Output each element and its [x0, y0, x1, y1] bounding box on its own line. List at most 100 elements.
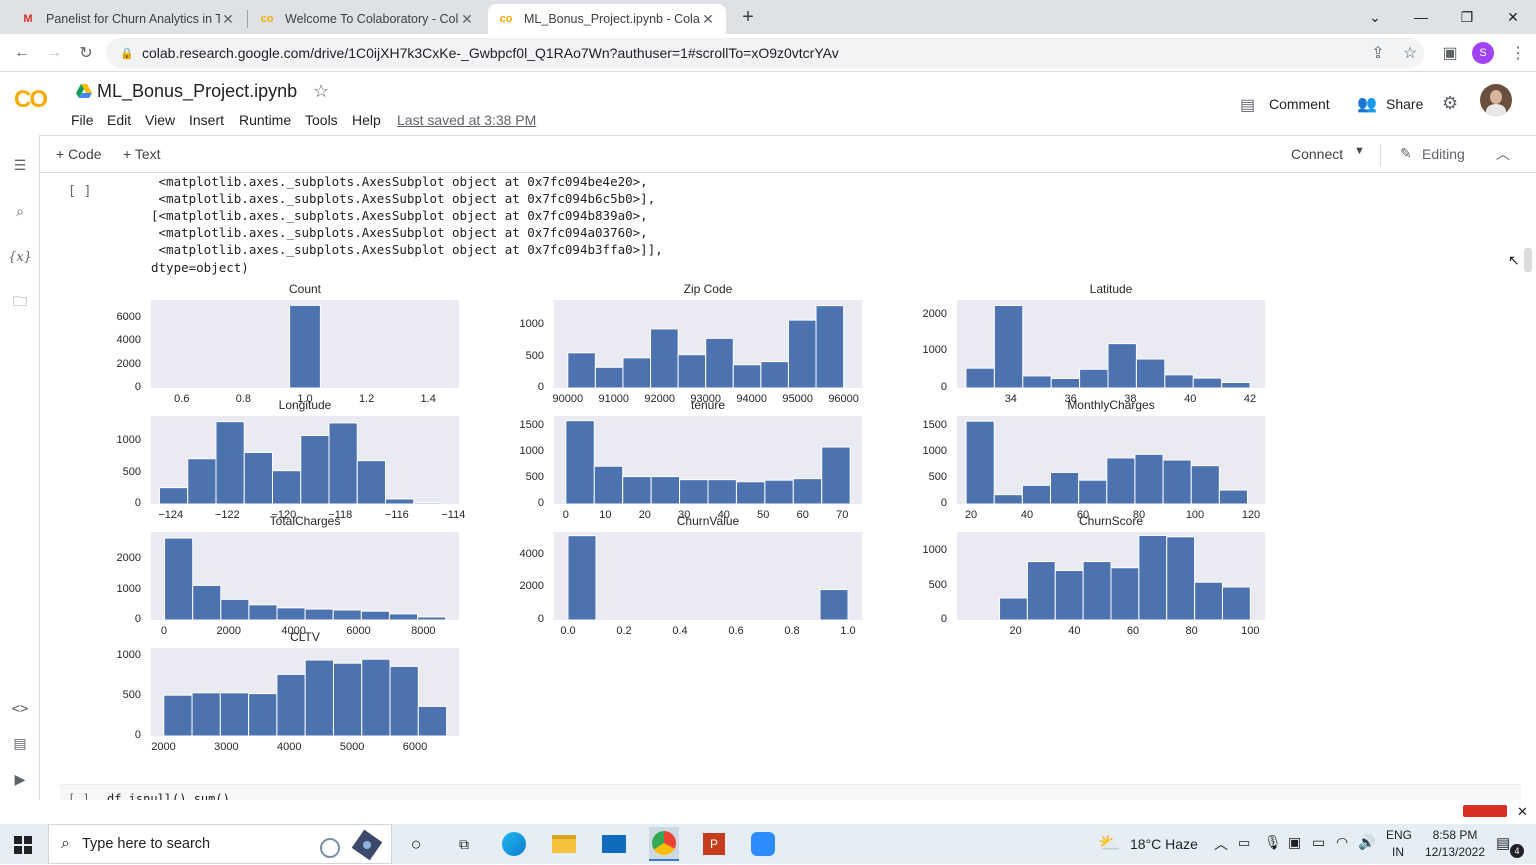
terminal-icon[interactable]: ▶ [8, 767, 32, 791]
mail-icon[interactable] [599, 830, 629, 858]
windows-start-icon[interactable] [14, 836, 32, 854]
histogram-title: Latitude [1089, 282, 1133, 296]
menu-help[interactable]: Help [352, 112, 381, 128]
clock[interactable]: 8:58 PM 12/13/2022 [1420, 828, 1490, 859]
y-tick-label: 2000 [116, 357, 141, 370]
y-tick-label: 0 [537, 497, 544, 509]
reload-icon[interactable]: ↻ [72, 39, 100, 67]
next-cell-prompt[interactable]: [ ] [68, 792, 90, 800]
minimize-icon[interactable]: — [1398, 0, 1444, 34]
histogram-bar [413, 502, 443, 504]
microphone-icon[interactable]: 🎙 [1264, 834, 1282, 851]
notebook-filename[interactable]: ML_Bonus_Project.ipynb [97, 81, 297, 102]
windows-taskbar: ⌕ Type here to search ○ ⧉ P ⛅ 18°C Haze … [0, 824, 1536, 864]
files-folder-icon[interactable]: 🗀 [8, 291, 32, 315]
x-tick-label: 2000 [151, 741, 176, 753]
histogram-bar [815, 305, 845, 388]
edge-icon[interactable] [499, 830, 529, 858]
next-cell-code[interactable]: df.isnull().sum() [107, 792, 230, 800]
output-line: <matplotlib.axes._subplots.AxesSubplot o… [151, 174, 648, 189]
close-icon[interactable]: ✕ [220, 11, 236, 28]
zoom-icon[interactable] [748, 830, 778, 858]
show-hidden-icons[interactable]: ︿ [1214, 834, 1228, 854]
last-saved-link[interactable]: Last saved at 3:38 PM [397, 112, 536, 128]
volume-icon[interactable]: 🔊 [1358, 834, 1375, 851]
forward-icon[interactable]: → [40, 39, 68, 67]
chrome-icon[interactable] [649, 827, 679, 861]
histogram-bar [1106, 457, 1136, 504]
x-tick-label: 1.0 [840, 625, 856, 637]
tab-ml-bonus-project[interactable]: co ML_Bonus_Project.ipynb - Colab ✕ [488, 4, 726, 34]
command-palette-icon[interactable]: ▤ [8, 731, 32, 755]
side-panel-icon[interactable]: ▣ [1436, 39, 1464, 67]
menu-tools[interactable]: Tools [305, 112, 338, 128]
histogram-bar [248, 693, 278, 736]
url-bar[interactable]: 🔒 colab.research.google.com/drive/1C0ijX… [106, 38, 1424, 68]
menu-edit[interactable]: Edit [107, 112, 131, 128]
share-button[interactable]: Share [1386, 96, 1423, 112]
user-avatar[interactable] [1480, 84, 1512, 116]
connect-dropdown-icon[interactable]: ▼ [1354, 145, 1365, 157]
restore-icon[interactable]: ❐ [1444, 0, 1490, 34]
close-icon[interactable]: ✕ [700, 11, 716, 28]
share-page-icon[interactable]: ⇪ [1364, 39, 1392, 67]
tab-welcome-colab[interactable]: co Welcome To Colaboratory - Colab ✕ [249, 4, 485, 34]
menu-insert[interactable]: Insert [189, 112, 224, 128]
subscribe-badge-icon[interactable] [1463, 805, 1507, 817]
menu-view[interactable]: View [145, 112, 175, 128]
y-tick-label: 1000 [922, 544, 947, 557]
chrome-menu-icon[interactable]: ⋮ [1504, 39, 1532, 67]
meet-now-icon[interactable]: ▭ [1238, 835, 1250, 851]
next-code-cell[interactable] [60, 784, 1521, 800]
scrollbar-thumb[interactable] [1524, 248, 1532, 272]
language-indicator[interactable]: ENG IN [1386, 828, 1412, 859]
cortana-icon[interactable]: ○ [401, 830, 431, 858]
file-explorer-icon[interactable] [549, 830, 579, 858]
settings-gear-icon[interactable]: ⚙ [1442, 93, 1458, 114]
y-tick-label: 0 [940, 613, 947, 625]
histogram-bar [276, 607, 306, 620]
add-code-cell-button[interactable]: + Code [56, 146, 102, 162]
wifi-icon[interactable]: ◠ [1336, 834, 1348, 851]
menu-file[interactable]: File [71, 112, 94, 128]
editing-mode-button[interactable]: Editing [1422, 146, 1465, 162]
close-icon[interactable]: ✕ [459, 11, 475, 28]
table-of-contents-icon[interactable]: ☰ [8, 153, 32, 177]
search-icon[interactable]: ⌕ [8, 199, 32, 223]
new-tab-button[interactable]: + [735, 4, 761, 30]
google-drive-icon[interactable] [76, 84, 92, 98]
profile-avatar[interactable]: S [1472, 42, 1494, 64]
notifications-icon[interactable]: ▤ [1496, 834, 1510, 852]
close-overlay-icon[interactable]: ✕ [1517, 804, 1528, 820]
clock-date: 12/13/2022 [1424, 845, 1486, 859]
cell-run-prompt[interactable]: [ ] [68, 184, 91, 199]
histogram-bar [1026, 561, 1056, 620]
menu-runtime[interactable]: Runtime [239, 112, 291, 128]
close-window-icon[interactable]: ✕ [1490, 0, 1536, 34]
histogram-plot-area [554, 300, 862, 388]
histogram-bar [1078, 479, 1108, 504]
histogram-bar [677, 354, 707, 388]
battery-icon[interactable]: ▭ [1312, 834, 1325, 851]
add-text-cell-button[interactable]: + Text [123, 146, 161, 162]
weather-text[interactable]: 18°C Haze [1130, 836, 1198, 852]
connect-button[interactable]: Connect [1291, 146, 1343, 162]
code-snippets-icon[interactable]: <> [8, 697, 32, 721]
tab-search-icon[interactable]: ⌄ [1352, 0, 1398, 34]
back-icon[interactable]: ← [8, 39, 36, 67]
histogram-bar [243, 451, 274, 504]
powerpoint-icon[interactable]: P [699, 830, 729, 858]
left-sidebar-rail: ☰ ⌕ {x} 🗀 <> ▤ ▶ [0, 135, 40, 800]
task-view-icon[interactable]: ⧉ [449, 830, 479, 858]
comment-button[interactable]: Comment [1269, 96, 1330, 112]
histogram-plot-area [151, 648, 459, 736]
y-tick-label: 2000 [519, 580, 544, 593]
collapse-header-icon[interactable]: ︿ [1496, 144, 1510, 164]
variables-icon[interactable]: {x} [8, 245, 32, 269]
colab-icon: co [260, 13, 274, 25]
star-icon[interactable]: ☆ [313, 81, 329, 102]
colab-logo[interactable]: CO [14, 86, 48, 114]
tab-gmail[interactable]: M Panelist for Churn Analytics in Te ✕ [10, 4, 246, 34]
camera-icon[interactable]: ▣ [1288, 834, 1301, 851]
bookmark-star-icon[interactable]: ☆ [1396, 39, 1424, 67]
